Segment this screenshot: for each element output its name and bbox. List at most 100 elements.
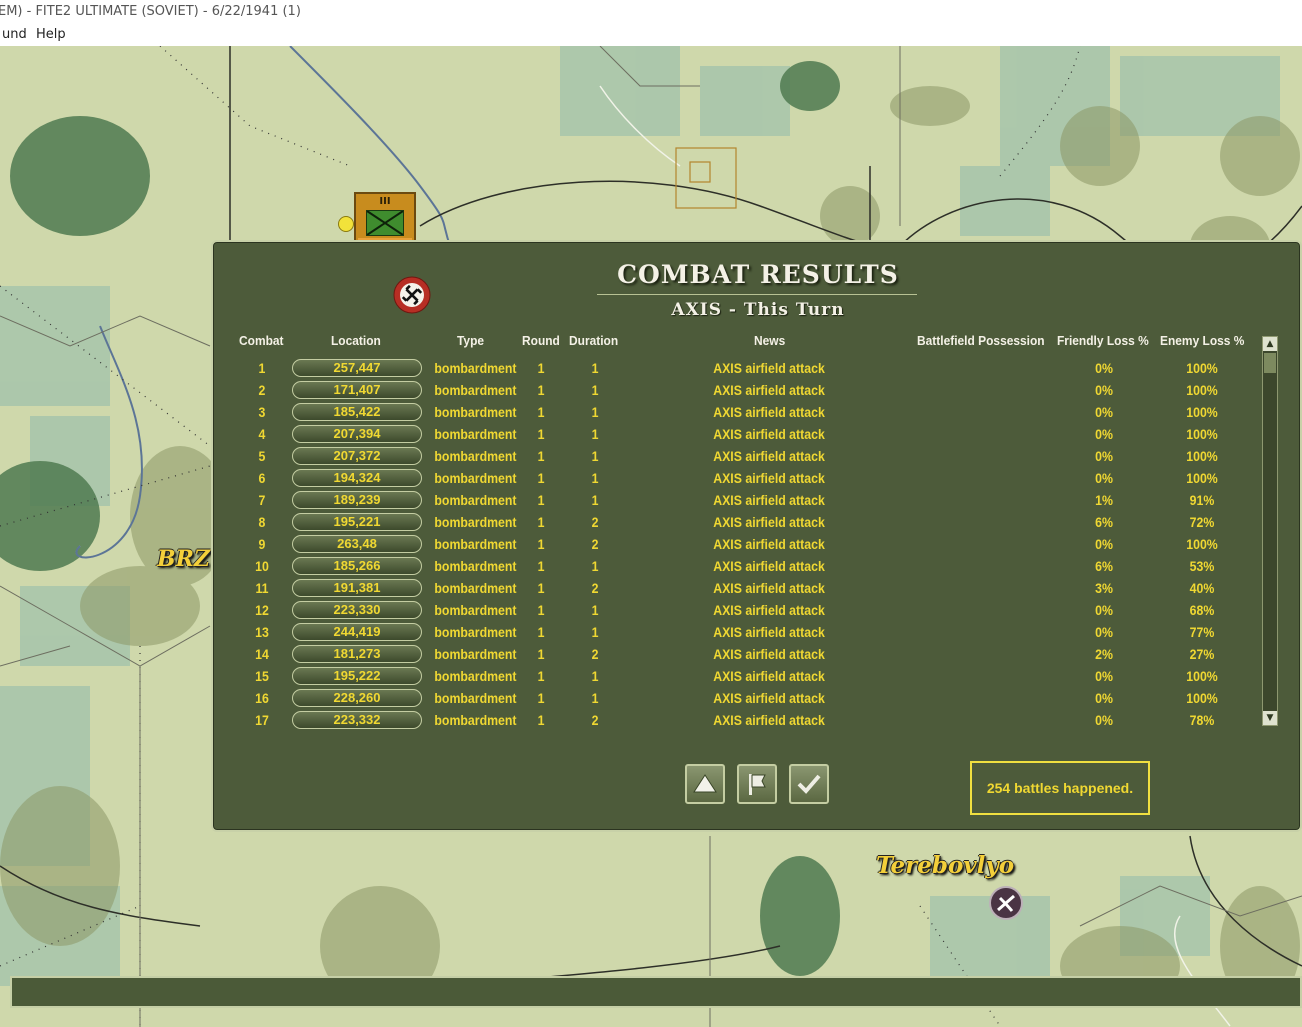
cell-combat: 13 (255, 624, 269, 640)
location-button[interactable]: 257,447 (292, 359, 422, 377)
table-row[interactable]: 257,447 1 bombardment 1 1 AXIS airfield attac… (213, 358, 1253, 380)
menu-item-help[interactable]: Help (32, 24, 70, 46)
cell-enemy-loss: 100% (1186, 690, 1218, 706)
cell-type: bombardment (434, 646, 517, 662)
location-button[interactable]: 185,422 (292, 403, 422, 421)
cell-round: 1 (537, 602, 545, 618)
menu-bar: und Help (0, 24, 1302, 47)
location-button[interactable]: 189,239 (292, 491, 422, 509)
location-button[interactable]: 263,48 (292, 535, 422, 553)
column-header-round: Round (522, 333, 560, 348)
location-button[interactable]: 195,221 (292, 513, 422, 531)
table-row[interactable]: 189,239 7 bombardment 1 1 AXIS airfield attac… (213, 490, 1253, 512)
cell-type: bombardment (434, 580, 517, 596)
cell-type: bombardment (434, 426, 517, 442)
location-button[interactable]: 228,260 (292, 689, 422, 707)
ok-button[interactable] (789, 764, 829, 804)
airfield-icon[interactable] (989, 886, 1023, 920)
location-button[interactable]: 207,372 (292, 447, 422, 465)
location-button[interactable]: 195,222 (292, 667, 422, 685)
table-row[interactable]: 185,422 3 bombardment 1 1 AXIS airfield attac… (213, 402, 1253, 424)
cell-round: 1 (537, 426, 545, 442)
location-button[interactable]: 171,407 (292, 381, 422, 399)
battle-count-summary: 254 battles happened. (970, 761, 1150, 815)
table-row[interactable]: 228,260 16 bombardment 1 1 AXIS airfield atta… (213, 688, 1253, 710)
cell-friendly-loss: 3% (1095, 580, 1113, 596)
flag-button[interactable] (737, 764, 777, 804)
cell-combat: 8 (258, 514, 266, 530)
cell-type: bombardment (434, 360, 517, 376)
cell-round: 1 (537, 492, 545, 508)
cell-duration: 1 (591, 470, 599, 486)
triangle-up-icon (693, 774, 717, 793)
location-button[interactable]: 194,324 (292, 469, 422, 487)
cell-friendly-loss: 0% (1095, 448, 1113, 464)
cell-type: bombardment (434, 602, 517, 618)
table-row[interactable]: 195,222 15 bombardment 1 1 AXIS airfield atta… (213, 666, 1253, 688)
cell-duration: 1 (591, 690, 599, 706)
cell-round: 1 (537, 668, 545, 684)
cell-combat: 16 (255, 690, 269, 706)
cell-duration: 1 (591, 602, 599, 618)
table-row[interactable]: 207,394 4 bombardment 1 1 AXIS airfield attac… (213, 424, 1253, 446)
cell-enemy-loss: 72% (1189, 514, 1215, 530)
cell-round: 1 (537, 712, 545, 728)
column-header-duration: Duration (569, 333, 619, 348)
menu-item-sound[interactable]: und (0, 24, 31, 46)
table-row[interactable]: 185,266 10 bombardment 1 1 AXIS airfield atta… (213, 556, 1253, 578)
cell-combat: 10 (255, 558, 269, 574)
results-scrollbar[interactable]: ▲ ▼ (1262, 336, 1278, 726)
cell-enemy-loss: 100% (1186, 404, 1218, 420)
cell-duration: 1 (591, 448, 599, 464)
cell-round: 1 (537, 536, 545, 552)
column-header-type: Type (457, 333, 485, 348)
cell-duration: 1 (591, 492, 599, 508)
scroll-thumb[interactable] (1264, 353, 1276, 373)
scroll-down-arrow-icon[interactable]: ▼ (1263, 711, 1277, 725)
cell-news: AXIS airfield attack (713, 470, 825, 486)
unit-selection-dot[interactable] (338, 216, 354, 232)
column-header-enemy-loss: Enemy Loss % (1160, 333, 1245, 348)
cell-news: AXIS airfield attack (713, 536, 825, 552)
table-row[interactable]: 191,381 11 bombardment 1 2 AXIS airfield atta… (213, 578, 1253, 600)
table-row[interactable]: 223,332 17 bombardment 1 2 AXIS airfield atta… (213, 710, 1253, 732)
cell-type: bombardment (434, 514, 517, 530)
cell-friendly-loss: 6% (1095, 558, 1113, 574)
cell-duration: 1 (591, 404, 599, 420)
table-row[interactable]: 244,419 13 bombardment 1 1 AXIS airfield atta… (213, 622, 1253, 644)
cell-friendly-loss: 0% (1095, 470, 1113, 486)
location-button[interactable]: 223,330 (292, 601, 422, 619)
cell-news: AXIS airfield attack (713, 690, 825, 706)
previous-button[interactable] (685, 764, 725, 804)
column-header-combat: Combat (239, 333, 284, 348)
cell-combat: 4 (258, 426, 266, 442)
location-button[interactable]: 191,381 (292, 579, 422, 597)
location-button[interactable]: 185,266 (292, 557, 422, 575)
cell-combat: 9 (258, 536, 266, 552)
status-bar (10, 976, 1302, 1008)
cell-round: 1 (537, 690, 545, 706)
table-row[interactable]: 181,273 14 bombardment 1 2 AXIS airfield atta… (213, 644, 1253, 666)
table-row[interactable]: 194,324 6 bombardment 1 1 AXIS airfield attac… (213, 468, 1253, 490)
table-row[interactable]: 223,330 12 bombardment 1 1 AXIS airfield atta… (213, 600, 1253, 622)
column-header-friendly-loss: Friendly Loss % (1057, 333, 1149, 348)
cell-enemy-loss: 100% (1186, 426, 1218, 442)
cell-enemy-loss: 91% (1189, 492, 1215, 508)
cell-news: AXIS airfield attack (713, 382, 825, 398)
cell-type: bombardment (434, 470, 517, 486)
cell-round: 1 (537, 580, 545, 596)
cell-enemy-loss: 27% (1189, 646, 1215, 662)
scroll-up-arrow-icon[interactable]: ▲ (1263, 337, 1277, 351)
table-row[interactable]: 195,221 8 bombardment 1 2 AXIS airfield attac… (213, 512, 1253, 534)
location-button[interactable]: 244,419 (292, 623, 422, 641)
cell-combat: 1 (258, 360, 266, 376)
window-titlebar: EM) - FITE2 ULTIMATE (SOVIET) - 6/22/194… (0, 0, 1302, 24)
cell-combat: 12 (255, 602, 269, 618)
table-row[interactable]: 263,48 9 bombardment 1 2 AXIS airfield attack… (213, 534, 1253, 556)
table-row[interactable]: 171,407 2 bombardment 1 1 AXIS airfield attac… (213, 380, 1253, 402)
location-button[interactable]: 223,332 (292, 711, 422, 729)
table-row[interactable]: 207,372 5 bombardment 1 1 AXIS airfield attac… (213, 446, 1253, 468)
location-button[interactable]: 207,394 (292, 425, 422, 443)
location-button[interactable]: 181,273 (292, 645, 422, 663)
cell-combat: 11 (255, 580, 269, 596)
